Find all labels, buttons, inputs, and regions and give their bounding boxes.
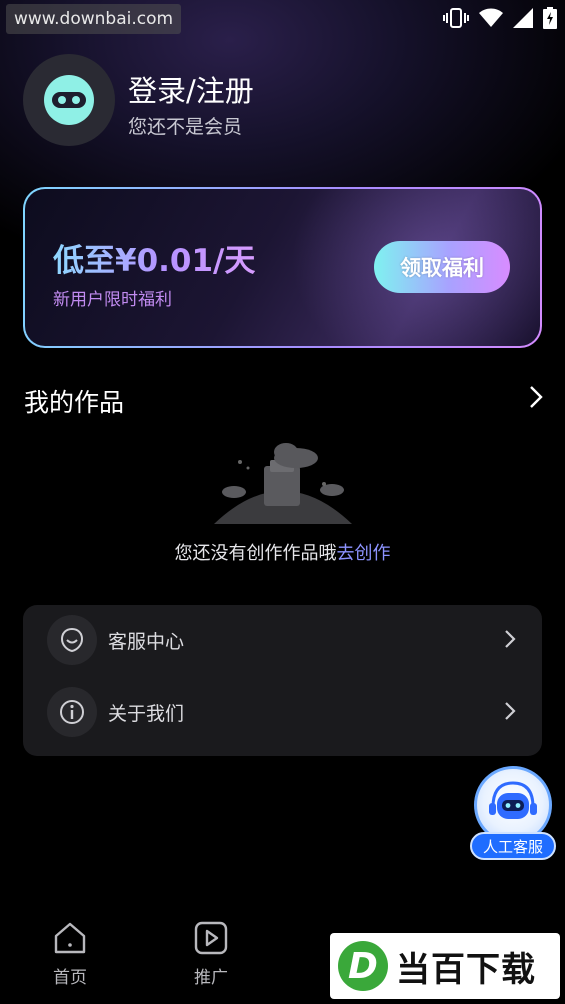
menu-item-label: 客服中心 [108,631,185,653]
tab-promote[interactable]: 推广 [171,917,251,988]
empty-state-illustration [208,438,358,532]
create-link[interactable]: 去创作 [337,543,391,564]
empty-state-text: 您还没有创作作品哦去创作 [0,539,565,565]
home-icon [30,917,110,959]
vibrate-icon [443,7,469,29]
human-support-floating-button[interactable]: 人工客服 [470,766,556,861]
play-icon [171,917,251,959]
avatar[interactable] [23,54,115,146]
menu-item-label: 关于我们 [108,703,185,725]
status-bar [443,6,557,30]
claim-benefit-button[interactable]: 领取福利 [374,241,510,293]
tab-home[interactable]: 首页 [30,917,110,988]
logo-mark: D [338,941,388,991]
menu-item-about-us[interactable]: 关于我们 [23,677,542,747]
menu-card: 客服中心 关于我们 [23,605,542,756]
logo-text: 当百下载 [396,949,536,990]
site-logo-watermark: D 当百下载 [330,933,560,999]
signal-icon [513,8,533,28]
promo-banner[interactable]: 低至¥0.01/天 新用户限时福利 领取福利 [23,187,542,348]
chevron-right-icon [504,701,516,725]
chevron-right-icon[interactable] [529,385,543,413]
wifi-icon [479,8,503,28]
my-works-title[interactable]: 我的作品 [24,383,124,419]
tab-label: 首页 [53,968,87,988]
empty-state-message: 您还没有创作作品哦 [174,543,337,564]
chevron-right-icon [504,629,516,653]
watermark: www.downbai.com [6,4,182,34]
menu-item-customer-service[interactable]: 客服中心 [23,605,542,675]
customer-service-icon [47,615,97,665]
robot-avatar-icon [44,75,94,125]
membership-status: 您还不是会员 [128,116,243,138]
tab-label: 推广 [194,968,228,988]
battery-charging-icon [543,7,557,29]
info-icon [47,687,97,737]
promo-price: 低至¥0.01/天 [53,235,255,280]
human-support-label: 人工客服 [470,832,556,860]
promo-subtitle: 新用户限时福利 [53,290,172,310]
login-register-link[interactable]: 登录/注册 [128,68,254,110]
